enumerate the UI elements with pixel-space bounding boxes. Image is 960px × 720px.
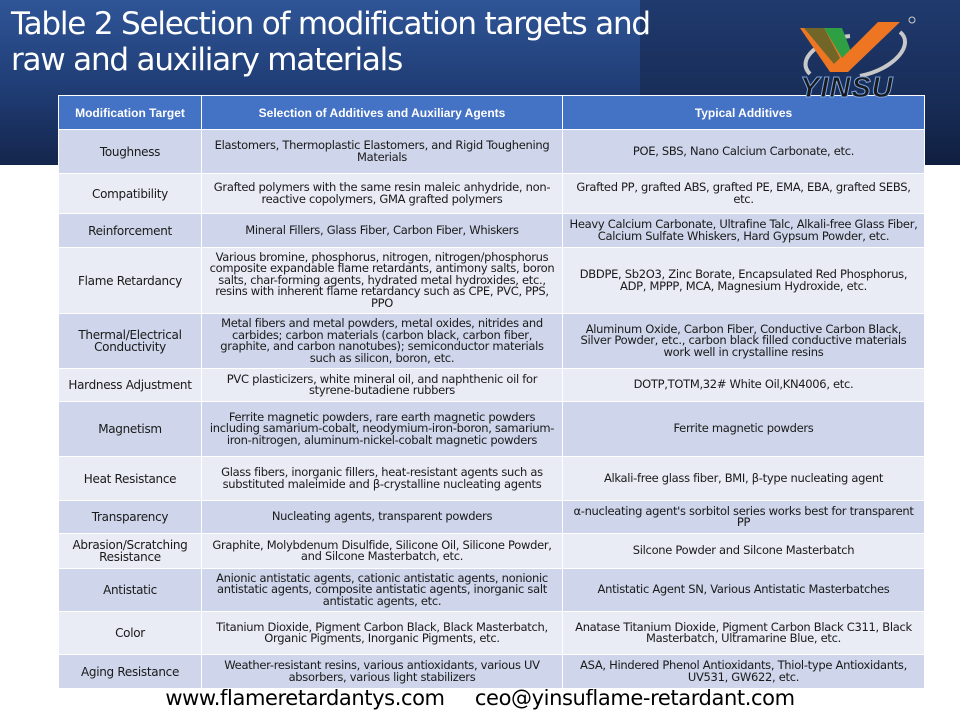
page-title: Table 2 Selection of modification target… bbox=[11, 6, 651, 78]
target-cell: Reinforcement bbox=[58, 213, 202, 248]
typical-additives-cell: α-nucleating agent's sorbitol series wor… bbox=[562, 500, 925, 534]
typical-additives-cell: POE, SBS, Nano Calcium Carbonate, etc. bbox=[562, 129, 925, 174]
selection-cell: Grafted polymers with the same resin mal… bbox=[201, 173, 563, 214]
selection-cell: Titanium Dioxide, Pigment Carbon Black, … bbox=[201, 611, 563, 655]
table-row: Aging Resistance Weather-resistant resins… bbox=[58, 654, 925, 689]
selection-cell: Ferrite magnetic powders, rare earth mag… bbox=[201, 401, 563, 457]
target-cell: Abrasion/Scratching Resistance bbox=[58, 533, 202, 569]
typical-additives-cell: Ferrite magnetic powders bbox=[562, 401, 925, 457]
typical-additives-cell: ASA, Hindered Phenol Antioxidants, Thiol… bbox=[562, 654, 925, 689]
table-row: Color Titanium Dioxide, Pigment Carbon Bl… bbox=[58, 611, 925, 655]
table-row: Transparency Nucleating agents, transpare… bbox=[58, 500, 925, 534]
column-header: Selection of Additives and Auxiliary Age… bbox=[201, 95, 563, 130]
typical-additives-cell: Aluminum Oxide, Carbon Fiber, Conductive… bbox=[562, 313, 925, 369]
target-cell: Hardness Adjustment bbox=[58, 368, 202, 402]
target-cell: Aging Resistance bbox=[58, 654, 202, 689]
typical-additives-cell: Heavy Calcium Carbonate, Ultrafine Talc,… bbox=[562, 213, 925, 248]
table-row: Magnetism Ferrite magnetic powders, rare … bbox=[58, 401, 925, 457]
target-cell: Thermal/Electrical Conductivity bbox=[58, 313, 202, 369]
target-cell: Color bbox=[58, 611, 202, 655]
footer-contact: www.flameretardantys.com ceo@yinsuflame-… bbox=[0, 686, 960, 710]
logo-text: YINSU bbox=[800, 72, 894, 105]
selection-cell: Metal fibers and metal powders, metal ox… bbox=[201, 313, 563, 369]
selection-cell: Anionic antistatic agents, cationic anti… bbox=[201, 568, 563, 612]
target-cell: Heat Resistance bbox=[58, 456, 202, 501]
column-header: Modification Target bbox=[58, 95, 202, 130]
table-row: Abrasion/Scratching Resistance Graphite, … bbox=[58, 533, 925, 569]
target-cell: Flame Retardancy bbox=[58, 247, 202, 314]
target-cell: Transparency bbox=[58, 500, 202, 534]
target-cell: Toughness bbox=[58, 129, 202, 174]
website-link[interactable]: www.flameretardantys.com bbox=[165, 686, 445, 710]
typical-additives-cell: Silcone Powder and Silcone Masterbatch bbox=[562, 533, 925, 569]
table-row: Compatibility Grafted polymers with the s… bbox=[58, 173, 925, 214]
target-cell: Compatibility bbox=[58, 173, 202, 214]
email-link[interactable]: ceo@yinsuflame-retardant.com bbox=[475, 686, 795, 710]
typical-additives-cell: Grafted PP, grafted ABS, grafted PE, EMA… bbox=[562, 173, 925, 214]
table-row: Flame Retardancy Various bromine, phospho… bbox=[58, 247, 925, 314]
typical-additives-cell: Anatase Titanium Dioxide, Pigment Carbon… bbox=[562, 611, 925, 655]
typical-additives-cell: DOTP,TOTM,32# White Oil,KN4006, etc. bbox=[562, 368, 925, 402]
table-row: Reinforcement Mineral Fillers, Glass Fibe… bbox=[58, 213, 925, 248]
table-row: Toughness Elastomers, Thermoplastic Elast… bbox=[58, 129, 925, 174]
modification-table: Modification Target Selection of Additiv… bbox=[58, 95, 925, 689]
selection-cell: Graphite, Molybdenum Disulfide, Silicone… bbox=[201, 533, 563, 569]
table-row: Antistatic Anionic antistatic agents, cat… bbox=[58, 568, 925, 612]
target-cell: Antistatic bbox=[58, 568, 202, 612]
selection-cell: Glass fibers, inorganic fillers, heat-re… bbox=[201, 456, 563, 501]
target-cell: Magnetism bbox=[58, 401, 202, 457]
typical-additives-cell: Alkali-free glass fiber, BMI, β-type nuc… bbox=[562, 456, 925, 501]
table-row: Thermal/Electrical Conductivity Metal fib… bbox=[58, 313, 925, 369]
selection-cell: Various bromine, phosphorus, nitrogen, n… bbox=[201, 247, 563, 314]
table-row: Heat Resistance Glass fibers, inorganic f… bbox=[58, 456, 925, 501]
selection-cell: Weather-resistant resins, various antiox… bbox=[201, 654, 563, 689]
table-row: Hardness Adjustment PVC plasticizers, whi… bbox=[58, 368, 925, 402]
selection-cell: PVC plasticizers, white mineral oil, and… bbox=[201, 368, 563, 402]
selection-cell: Elastomers, Thermoplastic Elastomers, an… bbox=[201, 129, 563, 174]
selection-cell: Nucleating agents, transparent powders bbox=[201, 500, 563, 534]
typical-additives-cell: Antistatic Agent SN, Various Antistatic … bbox=[562, 568, 925, 612]
typical-additives-cell: DBDPE, Sb2O3, Zinc Borate, Encapsulated … bbox=[562, 247, 925, 314]
selection-cell: Mineral Fillers, Glass Fiber, Carbon Fib… bbox=[201, 213, 563, 248]
